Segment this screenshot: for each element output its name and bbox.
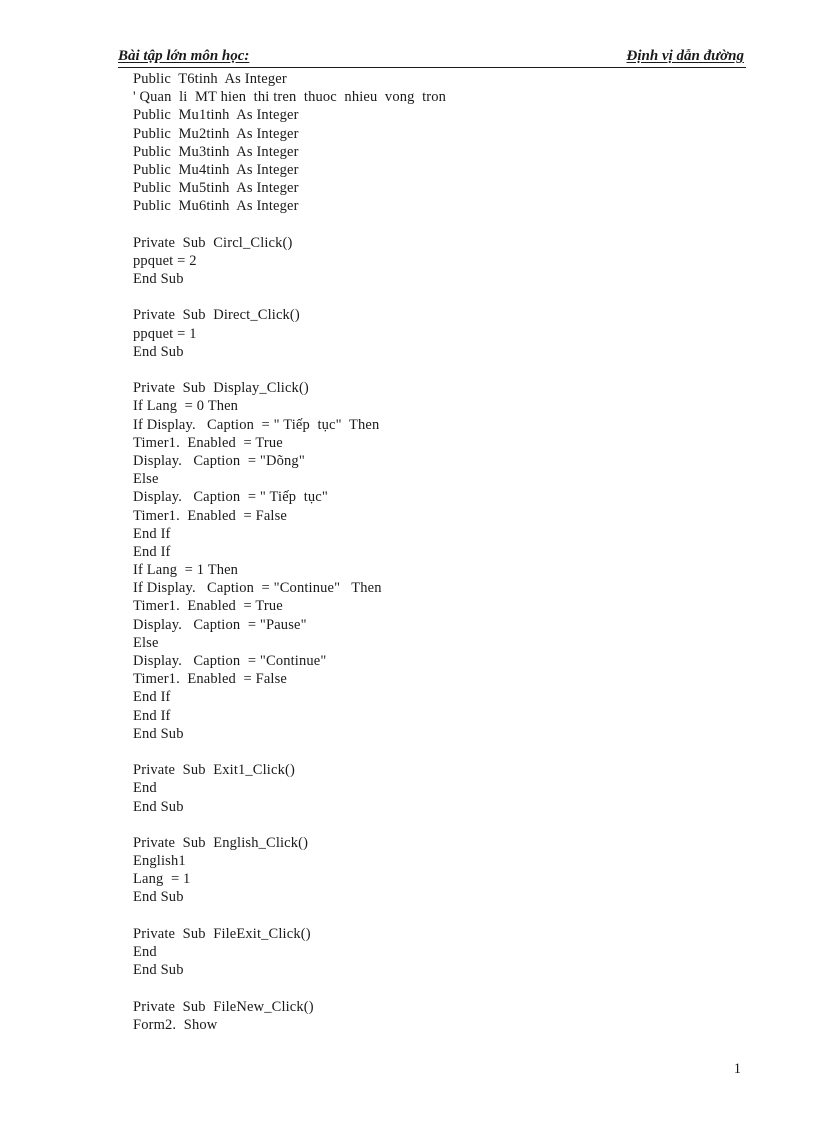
code-line: ppquet = 1 [133,325,197,342]
code-line: If Display. Caption = " Tiếp tục" Then [133,416,380,433]
code-line: Timer1. Enabled = True [133,598,283,615]
source-code-listing: Public T6tinh As Integer ' Quan li MT hie… [133,70,733,1034]
code-line: Else [133,471,159,488]
code-line: End Sub [133,725,184,742]
code-line: Private Sub English_Click() [133,834,309,851]
code-line: Public Mu3tinh As Integer [133,143,299,160]
code-line: Display. Caption = "Pause" [133,616,307,633]
code-line: Else [133,634,159,651]
code-line: Private Sub FileExit_Click() [133,925,311,942]
code-line: Private Sub Exit1_Click() [133,762,295,779]
code-line: End Sub [133,798,184,815]
code-line: Display. Caption = "Continue" [133,653,327,669]
code-line: Timer1. Enabled = False [133,507,287,524]
code-line: ppquet = 2 [133,252,197,269]
code-line: Private Sub Direct_Click() [133,307,300,324]
code-line: ' Quan li MT hien thi tren thuoc nhieu v… [133,89,447,106]
code-line: Private Sub Display_Click() [133,380,309,397]
header-left-title: Bài tập lớn môn học: [118,48,250,64]
code-line: Public Mu2tinh As Integer [133,125,299,142]
code-line: Timer1. Enabled = True [133,434,283,451]
code-line: End Sub [133,889,184,906]
code-line: End If [133,707,171,724]
code-line: End If [133,689,171,706]
code-line: Display. Caption = "Dõng" [133,452,305,469]
code-line: End Sub [133,343,184,360]
header-right-title: Định vị dẫn đường [626,48,744,64]
code-line: Public Mu4tinh As Integer [133,161,299,178]
code-line: Private Sub FileNew_Click() [133,998,314,1015]
code-line: Private Sub Circl_Click() [133,234,293,251]
code-line: Form2. Show [133,1016,218,1033]
code-line: Public T6tinh As Integer [133,71,287,87]
code-line: If Lang = 0 Then [133,398,239,415]
code-line: End [133,944,157,960]
code-line: Display. Caption = " Tiếp tục" [133,489,328,506]
code-line: End If [133,543,171,560]
code-line: End Sub [133,271,184,288]
code-line: Public Mu5tinh As Integer [133,180,299,197]
code-line: Timer1. Enabled = False [133,671,287,688]
code-line: If Display. Caption = "Continue" Then [133,580,382,597]
code-line: If Lang = 1 Then [133,562,239,579]
code-line: Lang = 1 [133,871,191,888]
code-line: English1 [133,853,186,870]
page-header: Bài tập lớn môn học: Định vị dẫn đường [118,47,746,68]
code-line: End Sub [133,962,184,979]
code-line: Public Mu6tinh As Integer [133,198,299,215]
page-number: 1 [733,1061,741,1077]
code-line: End If [133,525,171,542]
code-line: Public Mu1tinh As Integer [133,107,299,124]
document-page: Bài tập lớn môn học: Định vị dẫn đường P… [0,0,816,1123]
code-line: End [133,780,157,797]
